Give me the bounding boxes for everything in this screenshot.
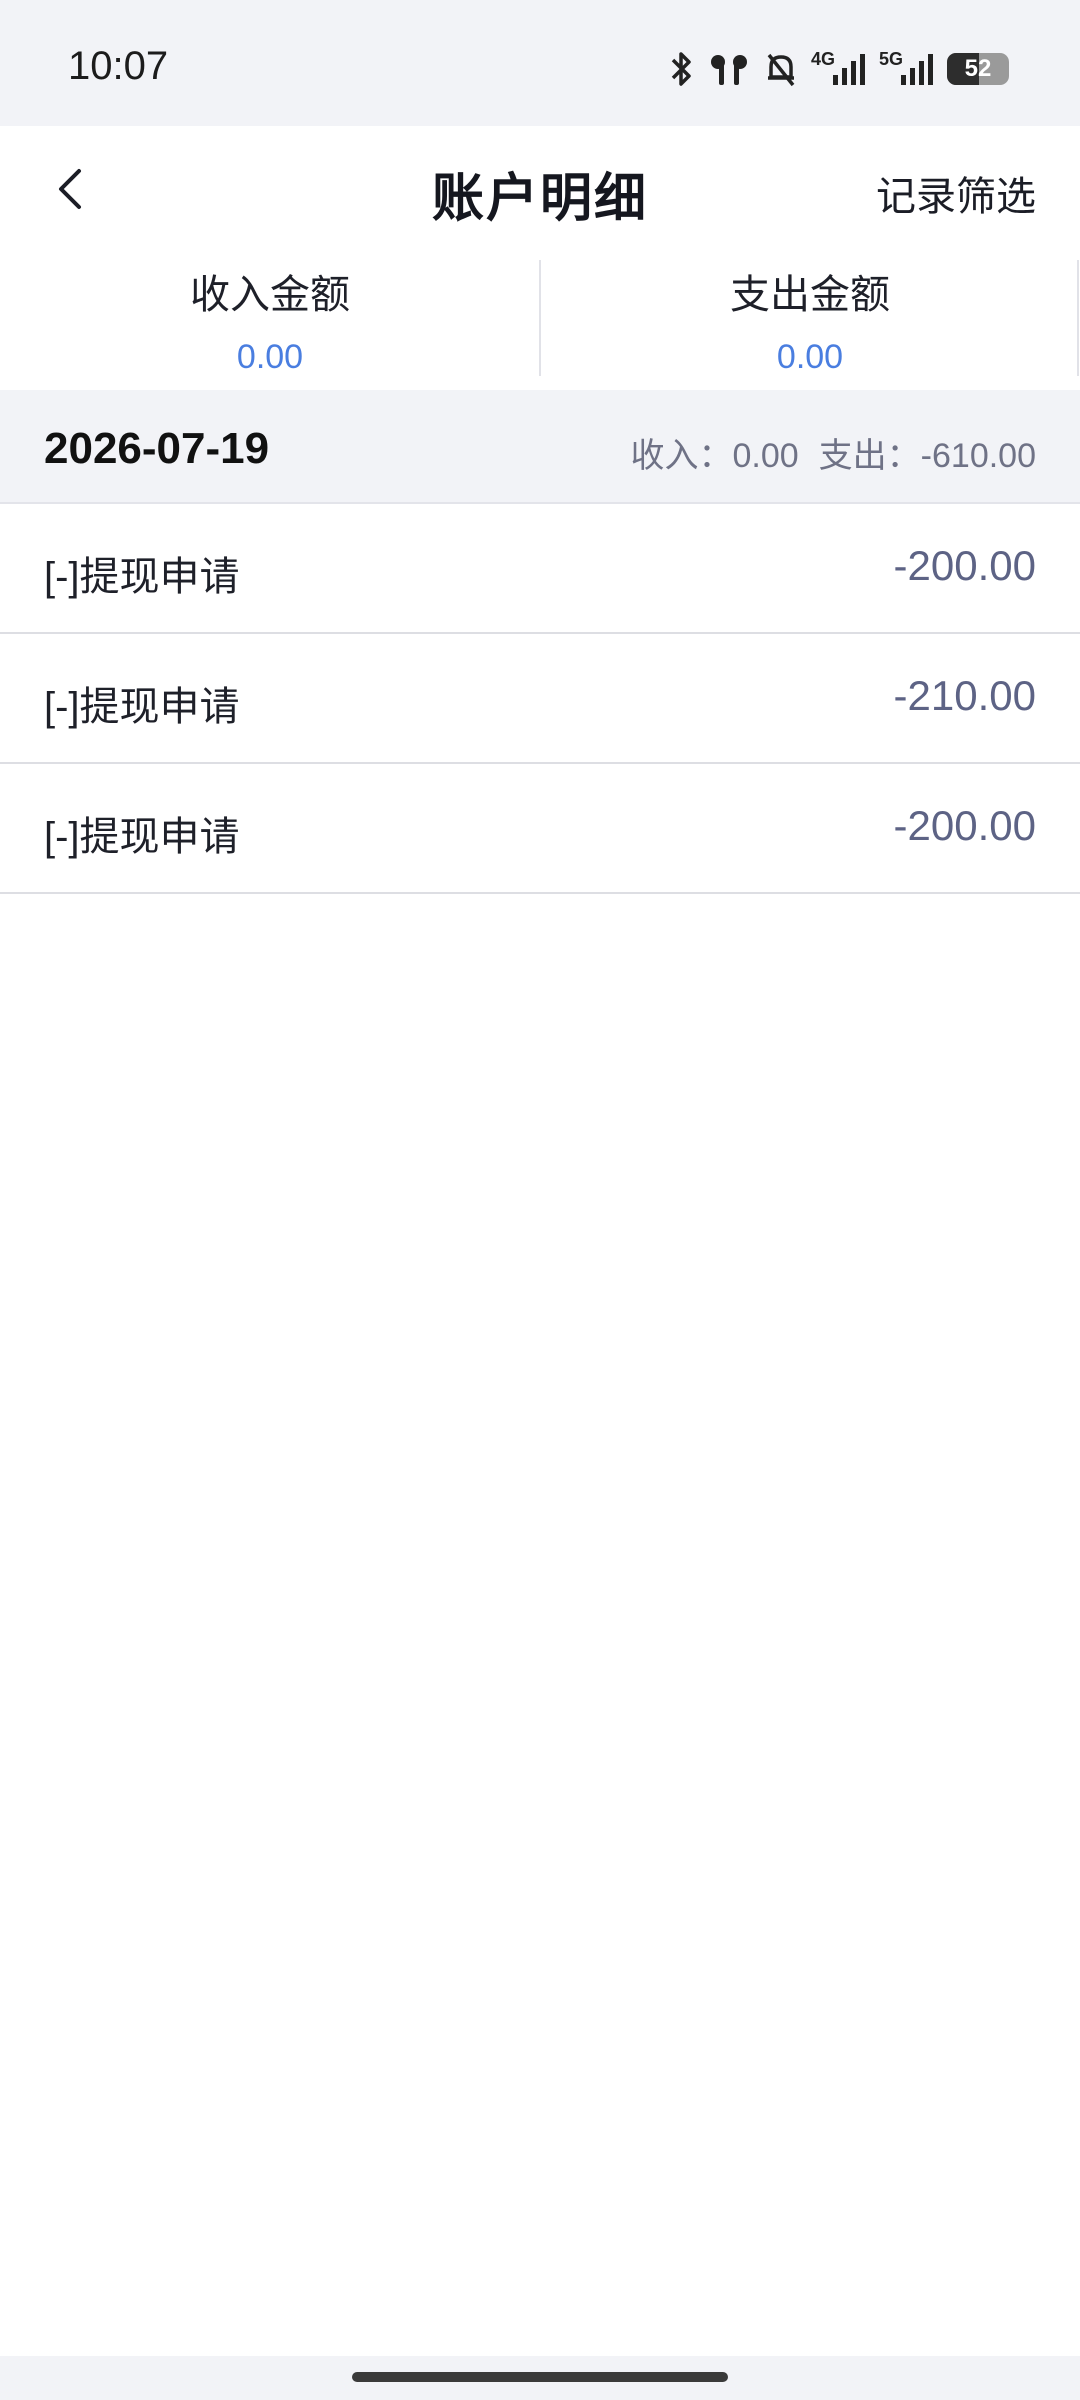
group-date: 2026-07-19 [44, 424, 270, 473]
battery-icon: 52 [947, 49, 1009, 89]
summary-divider-right [1077, 260, 1079, 376]
item-title: [-]提现申请 [44, 815, 240, 859]
item-amount: -210.00 [893, 672, 1036, 719]
group-stats: 收入：0.00 支出：-610.00 [630, 428, 1036, 477]
item-amount: -200.00 [893, 802, 1036, 849]
group-expense-label: 支出： [818, 437, 921, 475]
signal-5g-icon: 5G [879, 49, 935, 89]
record-filter-button[interactable]: 记录筛选 [876, 164, 1036, 222]
income-label: 收入金额 [190, 273, 350, 317]
income-value: 0.00 [236, 338, 304, 376]
summary-panel: 收入金额 0.00 支出金额 0.00 [0, 252, 1080, 390]
gesture-bar [0, 2356, 1080, 2400]
status-icons: 4G 5G 52 [667, 44, 1009, 94]
item-title: [-]提现申请 [44, 685, 240, 729]
signal-4g-icon: 4G [811, 49, 867, 89]
item-title: [-]提现申请 [44, 555, 240, 599]
expense-label: 支出金额 [730, 273, 890, 317]
mute-bell-icon [763, 49, 799, 89]
expense-summary: 支出金额 0.00 [540, 252, 1080, 390]
item-amount: -200.00 [893, 542, 1036, 589]
status-bar: 10:07 4G 5G 52 [0, 0, 1080, 126]
group-income-value: 0.00 [732, 437, 799, 475]
bluetooth-icon [667, 49, 695, 89]
nav-header: 账户明细 记录筛选 [0, 126, 1080, 252]
group-expense-value: -610.00 [920, 437, 1036, 475]
home-indicator[interactable] [352, 2372, 728, 2382]
list-item[interactable]: [-]提现申请 -210.00 [0, 634, 1080, 764]
status-time: 10:07 [68, 44, 169, 88]
income-summary: 收入金额 0.00 [0, 252, 540, 390]
transaction-list: [-]提现申请 -200.00 [-]提现申请 -210.00 [-]提现申请 … [0, 504, 1080, 894]
earbuds-icon [707, 49, 751, 89]
list-item[interactable]: [-]提现申请 -200.00 [0, 504, 1080, 634]
expense-value: 0.00 [776, 338, 844, 376]
group-income-label: 收入： [630, 437, 733, 475]
list-item[interactable]: [-]提现申请 -200.00 [0, 764, 1080, 894]
date-group-header: 2026-07-19 收入：0.00 支出：-610.00 [0, 390, 1080, 504]
